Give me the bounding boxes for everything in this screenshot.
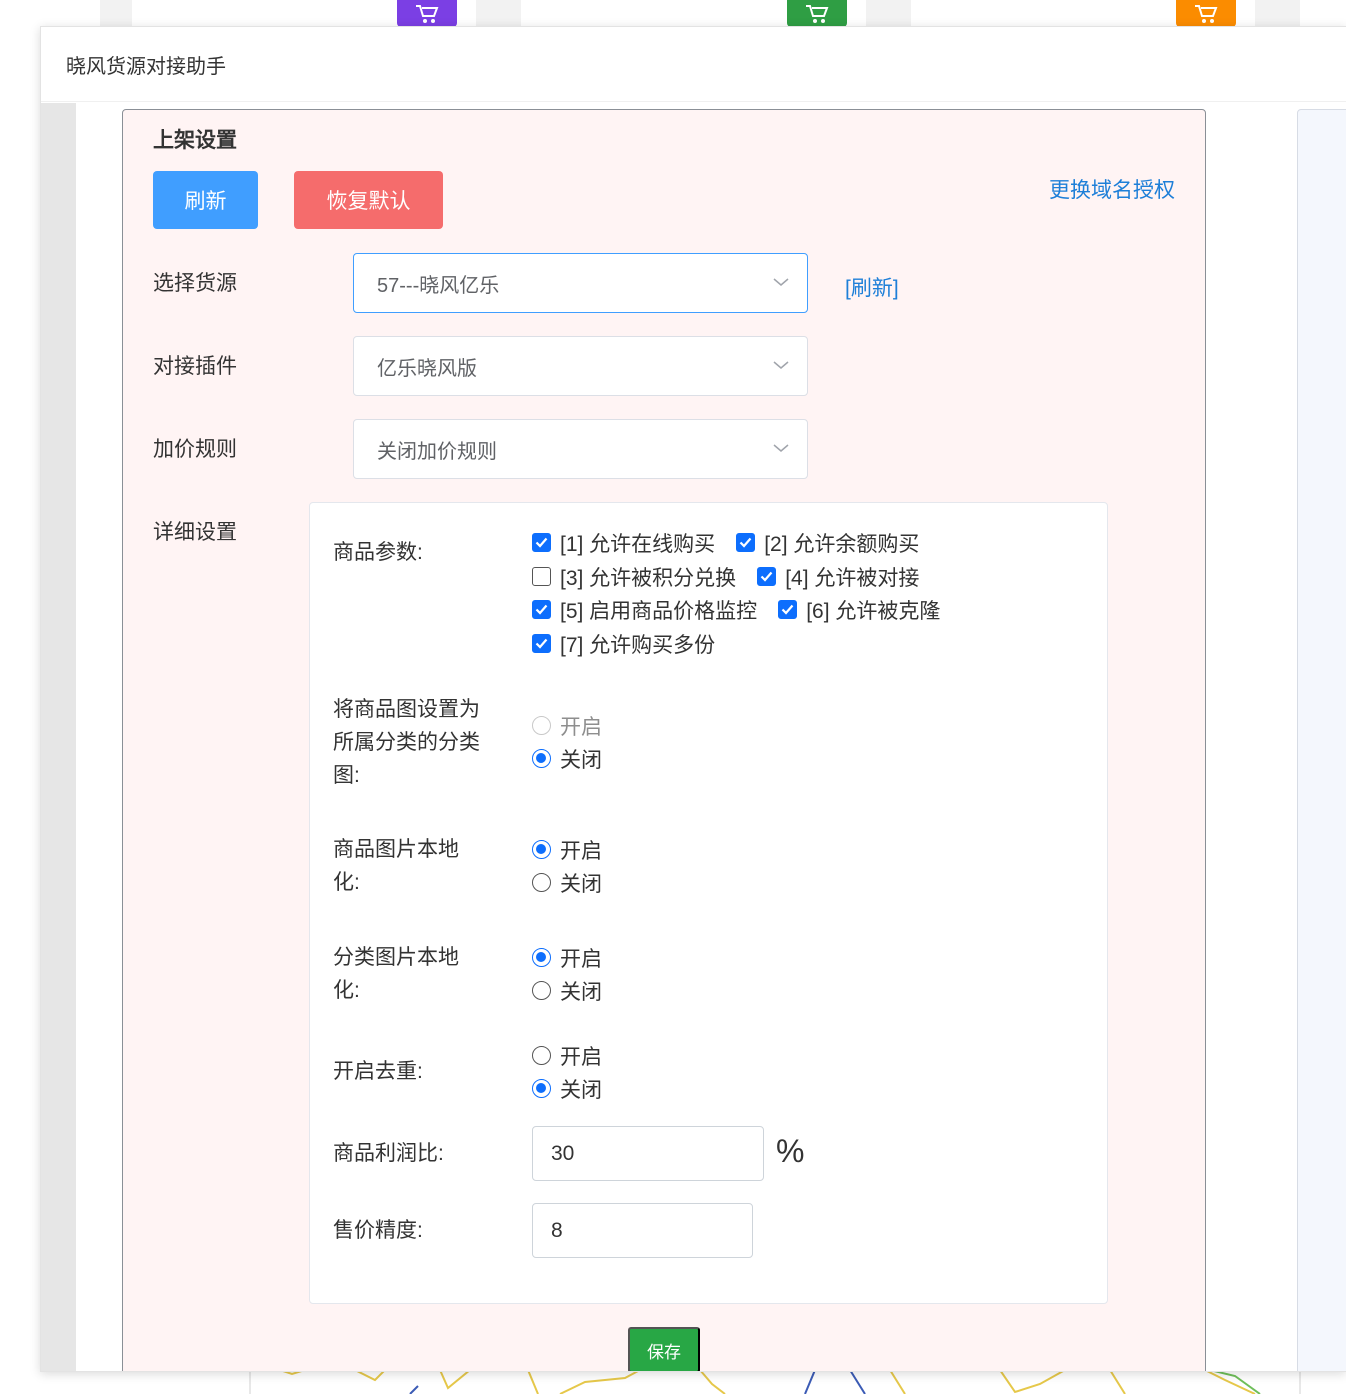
checkbox-row: [1] 允许在线购买 [2] 允许余额购买 bbox=[532, 526, 940, 559]
checkbox-checked[interactable] bbox=[532, 600, 551, 619]
save-button[interactable]: 保存 bbox=[628, 1327, 700, 1371]
price-precision-input[interactable]: 8 bbox=[532, 1203, 753, 1258]
product-image-local-label: 商品图片本地 化: bbox=[333, 838, 459, 894]
category-image-local-label: 分类图片本地 化: bbox=[333, 946, 459, 1002]
details-label: 详细设置 bbox=[153, 521, 237, 544]
product-image-local-on-radio[interactable]: 开启 bbox=[532, 833, 602, 866]
option-label: [4] 允许被对接 bbox=[785, 566, 920, 590]
checkbox-row: [3] 允许被积分兑换 [4] 允许被对接 bbox=[532, 560, 940, 593]
product-image-local-off-radio[interactable]: 关闭 bbox=[532, 866, 602, 899]
option-allow-clone[interactable]: [6] 允许被克隆 bbox=[778, 595, 940, 625]
product-params-label: 商品参数: bbox=[333, 541, 423, 564]
checkbox-checked[interactable] bbox=[736, 533, 756, 552]
price-rule-label: 加价规则 bbox=[153, 438, 237, 461]
dedupe-label: 开启去重: bbox=[333, 1060, 423, 1083]
option-label: [5] 启用商品价格监控 bbox=[560, 599, 758, 623]
percent-unit: % bbox=[776, 1133, 805, 1169]
details-box: 商品参数: [1] 允许在线购买 [2] 允许余额购买 [3] 允许被积分兑换 bbox=[309, 502, 1108, 1304]
refresh-button[interactable]: 刷新 bbox=[153, 171, 258, 229]
radio-selected[interactable] bbox=[532, 749, 551, 768]
background-cart-button[interactable] bbox=[1176, 0, 1236, 27]
category-image-local-on-radio[interactable]: 开启 bbox=[532, 941, 602, 974]
radio-unselected[interactable] bbox=[532, 1046, 551, 1065]
radio-selected[interactable] bbox=[532, 1079, 551, 1098]
profit-ratio-input[interactable]: 30 bbox=[532, 1126, 764, 1181]
option-label: [2] 允许余额购买 bbox=[764, 532, 920, 556]
checkbox-unchecked[interactable] bbox=[532, 567, 551, 586]
category-image-local-off-radio[interactable]: 关闭 bbox=[532, 974, 602, 1007]
radio-unselected[interactable] bbox=[532, 981, 551, 1000]
change-domain-authorization-link[interactable]: 更换域名授权 bbox=[1049, 174, 1175, 204]
option-balance-purchase[interactable]: [2] 允许余额购买 bbox=[736, 528, 919, 558]
source-select-value: 57---晓风亿乐 bbox=[377, 274, 500, 297]
checkbox-row: [5] 启用商品价格监控 [6] 允许被克隆 bbox=[532, 593, 961, 626]
option-label: [3] 允许被积分兑换 bbox=[560, 566, 737, 590]
chevron-down-icon bbox=[773, 444, 789, 452]
card-title: 上架设置 bbox=[153, 129, 237, 152]
modal-header: 晓风货源对接助手 bbox=[41, 27, 1346, 102]
background-cart-button[interactable] bbox=[397, 0, 457, 27]
price-rule-select-value: 关闭加价规则 bbox=[377, 440, 497, 463]
checkbox-checked[interactable] bbox=[778, 600, 798, 619]
price-rule-select[interactable]: 关闭加价规则 bbox=[353, 419, 808, 479]
chevron-down-icon bbox=[773, 361, 789, 369]
chevron-down-icon bbox=[773, 278, 789, 286]
radio-unselected-disabled[interactable] bbox=[532, 716, 551, 735]
radio-selected[interactable] bbox=[532, 948, 551, 967]
checkbox-row: [7] 允许购买多份 bbox=[532, 627, 736, 660]
checkbox-checked[interactable] bbox=[532, 634, 551, 653]
plugin-select-value: 亿乐晓风版 bbox=[377, 357, 477, 380]
shopping-cart-icon bbox=[416, 4, 439, 23]
modal-body: 上架设置 刷新 恢复默认 更换域名授权 选择货源 57---晓风亿乐 [刷新] … bbox=[41, 103, 1346, 1371]
option-multi-purchase[interactable]: [7] 允许购买多份 bbox=[532, 629, 715, 659]
source-refresh-link[interactable]: [刷新] bbox=[845, 272, 899, 302]
option-price-monitor[interactable]: [5] 启用商品价格监控 bbox=[532, 595, 757, 625]
shopping-cart-icon bbox=[806, 4, 829, 23]
profit-ratio-label: 商品利润比: bbox=[333, 1142, 444, 1165]
category-image-off-radio[interactable]: 关闭 bbox=[532, 742, 602, 775]
dedupe-off-radio[interactable]: 关闭 bbox=[532, 1072, 602, 1105]
source-label: 选择货源 bbox=[153, 272, 237, 295]
checkbox-checked[interactable] bbox=[532, 533, 551, 552]
plugin-label: 对接插件 bbox=[153, 355, 237, 378]
option-label: [6] 允许被克隆 bbox=[806, 599, 941, 623]
modal-dialog: 晓风货源对接助手 上架设置 刷新 恢复默认 更换域名授权 选择货源 57---晓… bbox=[40, 26, 1346, 1372]
shopping-cart-icon bbox=[1195, 4, 1218, 23]
radio-selected[interactable] bbox=[532, 840, 551, 859]
option-label: [7] 允许购买多份 bbox=[560, 633, 716, 657]
restore-default-button[interactable]: 恢复默认 bbox=[294, 171, 443, 229]
dedupe-on-radio[interactable]: 开启 bbox=[532, 1039, 602, 1072]
option-points-exchange[interactable]: [3] 允许被积分兑换 bbox=[532, 562, 736, 592]
category-image-label: 将商品图设置为 所属分类的分类 图: bbox=[333, 698, 480, 787]
option-allow-docking[interactable]: [4] 允许被对接 bbox=[757, 562, 919, 592]
category-image-on-radio[interactable]: 开启 bbox=[532, 709, 602, 742]
modal-title: 晓风货源对接助手 bbox=[66, 55, 226, 78]
background-chart-fragment bbox=[0, 1370, 1346, 1394]
background-cart-button[interactable] bbox=[787, 0, 847, 27]
price-precision-label: 售价精度: bbox=[333, 1219, 423, 1242]
left-gutter bbox=[41, 103, 76, 1371]
option-label: [1] 允许在线购买 bbox=[560, 532, 716, 556]
right-side-panel bbox=[1297, 109, 1346, 1371]
plugin-select[interactable]: 亿乐晓风版 bbox=[353, 336, 808, 396]
listing-settings-card: 上架设置 刷新 恢复默认 更换域名授权 选择货源 57---晓风亿乐 [刷新] … bbox=[122, 109, 1206, 1371]
option-online-purchase[interactable]: [1] 允许在线购买 bbox=[532, 528, 715, 558]
checkbox-checked[interactable] bbox=[757, 567, 777, 586]
radio-unselected[interactable] bbox=[532, 873, 551, 892]
source-select[interactable]: 57---晓风亿乐 bbox=[353, 253, 808, 313]
